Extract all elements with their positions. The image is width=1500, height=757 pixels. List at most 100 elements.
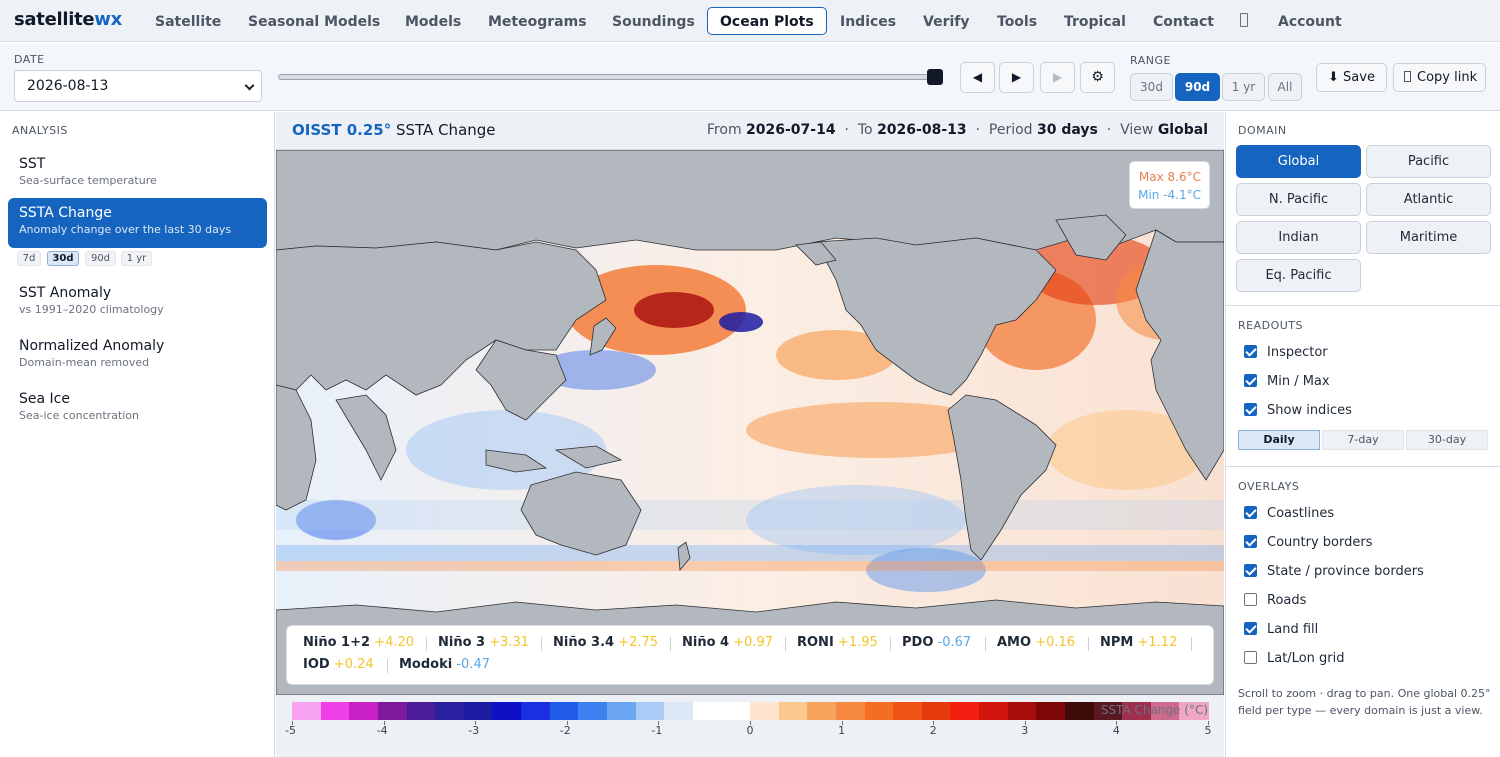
- nav-ocean-plots[interactable]: Ocean Plots: [707, 7, 827, 35]
- colorbar-swatch: [750, 702, 780, 720]
- index-npm: NPM +1.12: [1100, 635, 1177, 650]
- sidebar-item-sea-ice[interactable]: Sea Ice Sea-ice concentration: [8, 384, 267, 434]
- nav-seasonal-models[interactable]: Seasonal Models: [235, 7, 393, 35]
- checkbox-checked[interactable]: [1244, 535, 1257, 548]
- readout-indices-toggle[interactable]: Show indices: [1244, 403, 1352, 423]
- range-label: RANGE: [1130, 54, 1171, 67]
- map-panel: OISST 0.25° SSTA Change From 2026-07-14 …: [276, 112, 1224, 757]
- domain-atlantic-button[interactable]: Atlantic: [1366, 183, 1491, 216]
- index-value: -0.67: [937, 635, 972, 650]
- nav-contact[interactable]: Contact: [1140, 7, 1227, 35]
- help-text: Scroll to zoom · drag to pan. One global…: [1238, 687, 1491, 717]
- index-value: +0.97: [733, 635, 774, 650]
- nav-models[interactable]: Models: [392, 7, 474, 35]
- overlay-coastlines-toggle[interactable]: Coastlines: [1244, 506, 1334, 526]
- sidebar-item-title: SST Anomaly: [19, 285, 112, 301]
- to-label: To: [857, 122, 873, 138]
- nav-tropical[interactable]: Tropical: [1051, 7, 1139, 35]
- index-period-7day[interactable]: 7-day: [1322, 430, 1404, 450]
- colorbar-swatch: [377, 702, 407, 720]
- nav-account[interactable]: Account: [1265, 7, 1355, 35]
- colorbar-tick-label: 1: [838, 724, 846, 737]
- min-value: Min -4.1°C: [1138, 188, 1201, 202]
- index-nino3: Niño 3 +3.31: [438, 635, 529, 650]
- readout-minmax-toggle[interactable]: Min / Max: [1244, 374, 1330, 394]
- period-7d-pill[interactable]: 7d: [17, 251, 41, 266]
- sidebar-item-title: Normalized Anomaly: [19, 338, 165, 354]
- sidebar-item-sst[interactable]: SST Sea-surface temperature: [8, 149, 267, 199]
- range-30d-button[interactable]: 30d: [1130, 73, 1173, 101]
- period-90d-pill[interactable]: 90d: [85, 251, 116, 266]
- nav-meteograms[interactable]: Meteograms: [475, 7, 600, 35]
- period-30d-pill[interactable]: 30d: [47, 251, 79, 266]
- domain-global-button[interactable]: Global: [1236, 145, 1361, 178]
- domain-n-pacific-button[interactable]: N. Pacific: [1236, 183, 1361, 216]
- nav-soundings[interactable]: Soundings: [599, 7, 708, 35]
- checkbox-checked[interactable]: [1244, 374, 1257, 387]
- checkbox-checked[interactable]: [1244, 403, 1257, 416]
- index-name: IOD: [303, 657, 330, 672]
- domain-section-title: DOMAIN: [1238, 124, 1287, 137]
- sidebar-item-sst-anomaly[interactable]: SST Anomaly vs 1991–2020 climatology: [8, 278, 267, 328]
- colorbar-swatch: [606, 702, 636, 720]
- domain-eq-pacific-button[interactable]: Eq. Pacific: [1236, 259, 1361, 292]
- overlay-roads-toggle[interactable]: Roads: [1244, 593, 1306, 613]
- checkbox-checked[interactable]: [1244, 564, 1257, 577]
- overlay-country-borders-toggle[interactable]: Country borders: [1244, 535, 1372, 555]
- period-1yr-pill[interactable]: 1 yr: [121, 251, 152, 266]
- save-button[interactable]: ⬇ Save: [1316, 63, 1387, 92]
- sidebar-item-normalized-anomaly[interactable]: Normalized Anomaly Domain-mean removed: [8, 331, 267, 381]
- sidebar-item-ssta-change[interactable]: SSTA Change Anomaly change over the last…: [8, 198, 267, 248]
- index-period-30day[interactable]: 30-day: [1406, 430, 1488, 450]
- nav-indices[interactable]: Indices: [827, 7, 909, 35]
- domain-pacific-button[interactable]: Pacific: [1366, 145, 1491, 178]
- placeholder-icon[interactable]: [1240, 13, 1248, 27]
- colorbar-swatch: [979, 702, 1009, 720]
- colorbar-tick-label: -2: [559, 724, 571, 737]
- settings-gear-icon[interactable]: ⚙: [1080, 62, 1115, 93]
- colorbar-swatch: [435, 702, 465, 720]
- sidebar-item-title: Sea Ice: [19, 391, 70, 407]
- view-value: Global: [1157, 122, 1208, 138]
- readout-inspector-toggle[interactable]: Inspector: [1244, 345, 1328, 365]
- index-name: PDO: [902, 635, 934, 650]
- colorbar-swatch: [1064, 702, 1094, 720]
- overlay-latlon-grid-toggle[interactable]: Lat/Lon grid: [1244, 651, 1345, 671]
- divider: [1088, 637, 1089, 651]
- ssta-map[interactable]: Max 8.6°C Min -4.1°C: [276, 150, 1224, 695]
- nav-satellite[interactable]: Satellite: [142, 7, 234, 35]
- range-all-button[interactable]: All: [1268, 73, 1302, 101]
- time-slider[interactable]: [278, 74, 940, 80]
- date-select[interactable]: 2026-08-13: [14, 70, 262, 102]
- prev-frame-button[interactable]: ◀: [960, 62, 995, 93]
- sidebar-item-subtitle: Sea-surface temperature: [19, 174, 157, 187]
- brand-logo[interactable]: satellitewx: [14, 9, 122, 30]
- domain-indian-button[interactable]: Indian: [1236, 221, 1361, 254]
- analysis-section-title: ANALYSIS: [12, 124, 68, 137]
- overlay-land-fill-toggle[interactable]: Land fill: [1244, 622, 1318, 642]
- to-date: 2026-08-13: [877, 122, 967, 138]
- ssta-map-canvas[interactable]: [276, 150, 1224, 695]
- map-meta: From 2026-07-14 · To 2026-08-13 · Period…: [706, 122, 1208, 138]
- colorbar-swatch: [578, 702, 608, 720]
- time-slider-handle[interactable]: [927, 69, 943, 85]
- play-button[interactable]: ▶: [999, 62, 1034, 93]
- range-1yr-button[interactable]: 1 yr: [1222, 73, 1265, 101]
- overlay-state-borders-toggle[interactable]: State / province borders: [1244, 564, 1424, 584]
- max-min-readout: Max 8.6°C Min -4.1°C: [1129, 161, 1210, 209]
- domain-maritime-button[interactable]: Maritime: [1366, 221, 1491, 254]
- next-frame-button[interactable]: ▶: [1040, 62, 1075, 93]
- copy-link-label: Copy link: [1417, 70, 1478, 85]
- checkbox-unchecked[interactable]: [1244, 651, 1257, 664]
- divider: [1226, 305, 1500, 306]
- range-90d-button[interactable]: 90d: [1175, 73, 1220, 101]
- checkbox-checked[interactable]: [1244, 506, 1257, 519]
- index-period-daily[interactable]: Daily: [1238, 430, 1320, 450]
- checkbox-label: State / province borders: [1267, 564, 1424, 579]
- nav-verify[interactable]: Verify: [910, 7, 982, 35]
- nav-tools[interactable]: Tools: [984, 7, 1050, 35]
- checkbox-unchecked[interactable]: [1244, 593, 1257, 606]
- copy-link-button[interactable]: Copy link: [1393, 63, 1486, 92]
- checkbox-checked[interactable]: [1244, 622, 1257, 635]
- checkbox-checked[interactable]: [1244, 345, 1257, 358]
